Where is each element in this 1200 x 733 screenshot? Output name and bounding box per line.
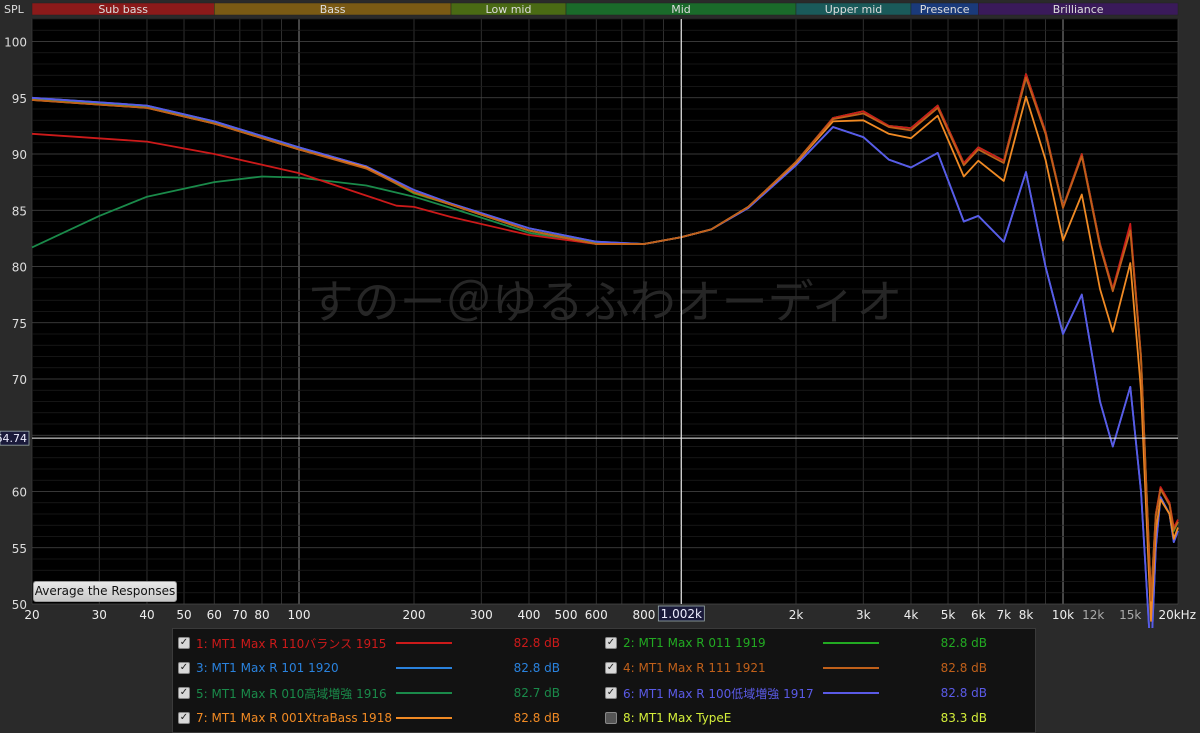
legend-item-2[interactable]: ✓ 2: MT1 Max R 011 1919 82.8 dB bbox=[605, 633, 987, 653]
x-tick-label-23: 15k bbox=[1119, 608, 1141, 622]
x-tick-label-15: 3k bbox=[856, 608, 871, 622]
legend-checkbox-7[interactable]: ✓ bbox=[178, 712, 190, 724]
x-tick-label-24: 20kHz bbox=[1158, 608, 1196, 622]
x-tick-label-7: 100 bbox=[288, 608, 311, 622]
x-tick-label-8: 200 bbox=[403, 608, 426, 622]
legend-level-2: 82.8 dB bbox=[940, 636, 987, 650]
legend-label-6: 6: MT1 Max R 100低域増強 1917 bbox=[623, 686, 814, 701]
frequency-response-chart: Sub bass Bass Low mid Mid Upper mid Presence B… bbox=[0, 0, 1200, 733]
y-tick-label-3: 85 bbox=[12, 204, 27, 218]
legend-swatch-3 bbox=[396, 667, 452, 669]
legend-level-7: 82.8 dB bbox=[513, 711, 560, 725]
x-tick-label-11: 500 bbox=[555, 608, 578, 622]
x-tick-label-1: 30 bbox=[92, 608, 107, 622]
legend-swatch-5 bbox=[396, 692, 452, 694]
legend-level-8: 83.3 dB bbox=[940, 711, 987, 725]
band-label-3: Mid bbox=[671, 3, 691, 16]
y-tick-label-8: 60 bbox=[12, 486, 27, 500]
legend-item-8[interactable]: 8: MT1 Max TypeE 83.3 dB bbox=[605, 708, 987, 728]
x-tick-label-12: 600 bbox=[585, 608, 608, 622]
legend-checkbox-2[interactable]: ✓ bbox=[605, 637, 617, 649]
legend-level-4: 82.8 dB bbox=[940, 661, 987, 675]
legend-level-5: 82.7 dB bbox=[513, 686, 560, 700]
x-tick-label-10: 400 bbox=[518, 608, 541, 622]
x-tick-label-18: 6k bbox=[971, 608, 986, 622]
legend-level-1: 82.8 dB bbox=[513, 636, 560, 650]
legend-item-5[interactable]: ✓ 5: MT1 Max R 010高域増強 1916 82.7 dB bbox=[178, 683, 560, 703]
legend-item-1[interactable]: ✓ 1: MT1 Max R 110バランス 1915 82.8 dB bbox=[178, 633, 560, 653]
y-tick-label-1: 95 bbox=[12, 92, 27, 106]
y-tick-label-0: 100 bbox=[4, 36, 27, 50]
legend-swatch-2 bbox=[823, 642, 879, 644]
y-tick-label-9: 55 bbox=[12, 542, 27, 556]
legend-checkbox-8[interactable] bbox=[605, 712, 617, 724]
legend-swatch-7 bbox=[396, 717, 452, 719]
legend-checkbox-1[interactable]: ✓ bbox=[178, 637, 190, 649]
legend-swatch-6 bbox=[823, 692, 879, 694]
band-label-5: Presence bbox=[920, 3, 970, 16]
legend-level-6: 82.8 dB bbox=[940, 686, 987, 700]
legend-label-3: 3: MT1 Max R 101 1920 bbox=[196, 661, 339, 675]
cursor-y-readout: 64.74 bbox=[0, 432, 27, 445]
legend-swatch-4 bbox=[823, 667, 879, 669]
chart-svg: Sub bass Bass Low mid Mid Upper mid Presence B… bbox=[0, 2, 1196, 628]
y-tick-label-5: 75 bbox=[12, 317, 27, 331]
x-tick-label-13: 800 bbox=[633, 608, 656, 622]
x-tick-label-4: 60 bbox=[207, 608, 222, 622]
x-tick-label-3: 50 bbox=[176, 608, 191, 622]
legend-checkbox-4[interactable]: ✓ bbox=[605, 662, 617, 674]
legend-item-6[interactable]: ✓ 6: MT1 Max R 100低域増強 1917 82.8 dB bbox=[605, 683, 987, 703]
legend: ✓ 1: MT1 Max R 110バランス 1915 82.8 dB ✓ 2: MT1… bbox=[172, 628, 1036, 733]
y-tick-label-6: 70 bbox=[12, 373, 27, 387]
band-label-6: Brilliance bbox=[1053, 3, 1104, 16]
x-tick-label-6: 80 bbox=[254, 608, 269, 622]
legend-label-1: 1: MT1 Max R 110バランス 1915 bbox=[196, 636, 387, 651]
y-tick-label-4: 80 bbox=[12, 261, 27, 275]
legend-swatch-1 bbox=[396, 642, 452, 644]
legend-item-3[interactable]: ✓ 3: MT1 Max R 101 1920 82.8 dB bbox=[178, 658, 560, 678]
x-tick-label-17: 5k bbox=[941, 608, 956, 622]
y-tick-label-2: 90 bbox=[12, 148, 27, 162]
watermark-text: すのー＠ゆるふわオーディオ bbox=[308, 275, 903, 329]
x-tick-label-9: 300 bbox=[470, 608, 493, 622]
legend-checkbox-6[interactable]: ✓ bbox=[605, 687, 617, 699]
x-tick-label-5: 70 bbox=[232, 608, 247, 622]
x-tick-label-2: 40 bbox=[139, 608, 154, 622]
legend-item-4[interactable]: ✓ 4: MT1 Max R 111 1921 82.8 dB bbox=[605, 658, 987, 678]
legend-label-2: 2: MT1 Max R 011 1919 bbox=[623, 636, 766, 650]
band-label-4: Upper mid bbox=[825, 3, 883, 16]
legend-label-4: 4: MT1 Max R 111 1921 bbox=[623, 661, 766, 675]
legend-label-7: 7: MT1 Max R 001XtraBass 1918 bbox=[196, 711, 392, 725]
cursor-x-readout: 1.002k bbox=[661, 607, 702, 621]
y-axis-title: SPL bbox=[4, 3, 24, 16]
band-label-1: Bass bbox=[320, 3, 346, 16]
legend-label-8: 8: MT1 Max TypeE bbox=[623, 711, 732, 725]
x-tick-label-16: 4k bbox=[904, 608, 919, 622]
legend-label-5: 5: MT1 Max R 010高域増強 1916 bbox=[196, 686, 387, 701]
x-tick-label-22: 12k bbox=[1082, 608, 1104, 622]
x-tick-label-20: 8k bbox=[1019, 608, 1034, 622]
x-tick-label-19: 7k bbox=[997, 608, 1012, 622]
x-tick-label-21: 10k bbox=[1052, 608, 1074, 622]
legend-level-3: 82.8 dB bbox=[513, 661, 560, 675]
x-tick-label-14: 2k bbox=[789, 608, 804, 622]
band-label-0: Sub bass bbox=[98, 3, 148, 16]
average-responses-button[interactable]: Average the Responses bbox=[33, 581, 177, 602]
legend-item-7[interactable]: ✓ 7: MT1 Max R 001XtraBass 1918 82.8 dB bbox=[178, 708, 560, 728]
band-label-2: Low mid bbox=[486, 3, 532, 16]
x-tick-label-0: 20 bbox=[24, 608, 39, 622]
legend-checkbox-5[interactable]: ✓ bbox=[178, 687, 190, 699]
legend-checkbox-3[interactable]: ✓ bbox=[178, 662, 190, 674]
